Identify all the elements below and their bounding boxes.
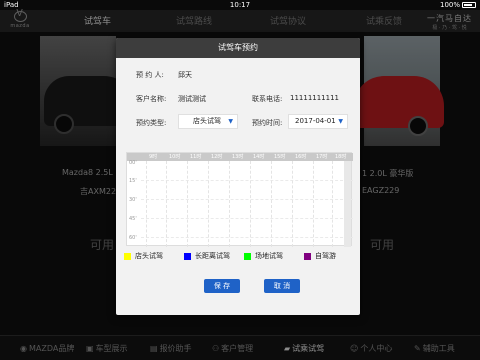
grid-row-line bbox=[141, 218, 353, 219]
hour-label: 13时 bbox=[232, 154, 244, 160]
reservation-time-select[interactable]: 2017-04-01 ▼ bbox=[288, 114, 348, 129]
legend-label: 长距离试驾 bbox=[195, 252, 230, 260]
legend-long-distance: 长距离试驾 bbox=[184, 251, 230, 261]
legend-label: 自驾游 bbox=[315, 252, 336, 260]
grid-col-line bbox=[166, 161, 167, 247]
clock: 10:17 bbox=[229, 1, 251, 9]
schedule-grid[interactable]: 9时 10时 11时 12时 13时 14时 15时 16时 17时 18时 0… bbox=[126, 152, 353, 247]
grid-col-line bbox=[313, 161, 314, 247]
legend-store-test-drive: 店头试驾 bbox=[124, 251, 163, 261]
grid-col-line bbox=[187, 161, 188, 247]
status-bar: iPad 10:17 100% bbox=[0, 0, 480, 10]
grid-col-line bbox=[292, 161, 293, 247]
grid-col-line bbox=[332, 161, 333, 247]
hour-label: 14时 bbox=[253, 154, 265, 160]
legend-swatch-yellow bbox=[124, 252, 131, 260]
hour-label: 18时 bbox=[335, 154, 347, 160]
customer-name-value: 测试测试 bbox=[178, 95, 206, 103]
reservation-time-value: 2017-04-01 bbox=[295, 117, 336, 125]
grid-col-line bbox=[250, 161, 251, 247]
cancel-button[interactable]: 取 消 bbox=[264, 279, 300, 293]
reservation-person-label: 预 约 人: bbox=[136, 71, 164, 79]
reservation-type-select[interactable]: 店头试驾 ▼ bbox=[178, 114, 238, 129]
grid-row-line bbox=[141, 237, 353, 238]
grid-col-line bbox=[146, 161, 147, 247]
hour-label: 9时 bbox=[149, 154, 158, 160]
legend-swatch-green bbox=[244, 252, 251, 260]
hour-label: 12时 bbox=[211, 154, 223, 160]
minute-label: 15' bbox=[129, 178, 137, 184]
grid-col-line bbox=[208, 161, 209, 247]
reservation-type-label: 预约类型: bbox=[136, 119, 167, 127]
reservation-person-value: 邱天 bbox=[178, 71, 192, 79]
grid-scrollbar[interactable] bbox=[344, 161, 351, 247]
reservation-type-value: 店头试驾 bbox=[193, 117, 221, 125]
grid-row-line bbox=[141, 199, 353, 200]
hour-label: 15时 bbox=[274, 154, 286, 160]
hour-label: 11时 bbox=[190, 154, 202, 160]
minute-label: 30' bbox=[129, 197, 137, 203]
legend-swatch-blue bbox=[184, 252, 191, 260]
phone-label: 联系电话: bbox=[252, 95, 283, 103]
legend-self-drive-tour: 自驾游 bbox=[304, 251, 336, 261]
battery-percent: 100% bbox=[439, 1, 460, 9]
minute-label: 45' bbox=[129, 216, 137, 222]
minute-label: 00' bbox=[129, 160, 137, 166]
customer-name-label: 客户名称: bbox=[136, 95, 167, 103]
battery-indicator: 100% bbox=[440, 1, 476, 9]
grid-col-line bbox=[229, 161, 230, 247]
reservation-time-label: 预约时间: bbox=[252, 119, 283, 127]
hour-label: 10时 bbox=[169, 154, 181, 160]
hour-label: 16时 bbox=[295, 154, 307, 160]
legend-label: 场地试驾 bbox=[255, 252, 283, 260]
hour-label: 17时 bbox=[316, 154, 328, 160]
grid-row-line bbox=[141, 180, 353, 181]
phone-value: 11111111111 bbox=[290, 94, 339, 102]
test-drive-reservation-dialog: 试驾车预约 预 约 人: 邱天 客户名称: 测试测试 联系电话: 1111111… bbox=[116, 38, 360, 315]
legend-venue-test-drive: 场地试驾 bbox=[244, 251, 283, 261]
dialog-title: 试驾车预约 bbox=[116, 38, 360, 58]
legend-label: 店头试驾 bbox=[135, 252, 163, 260]
minute-label: 60' bbox=[129, 235, 137, 241]
chevron-down-icon: ▼ bbox=[338, 118, 343, 125]
legend-swatch-purple bbox=[304, 252, 311, 260]
schedule-hour-header: 9时 10时 11时 12时 13时 14时 15时 16时 17时 18时 bbox=[127, 153, 353, 161]
grid-col-line bbox=[271, 161, 272, 247]
save-button[interactable]: 保 存 bbox=[204, 279, 240, 293]
chevron-down-icon: ▼ bbox=[228, 118, 233, 125]
battery-icon bbox=[462, 2, 476, 8]
